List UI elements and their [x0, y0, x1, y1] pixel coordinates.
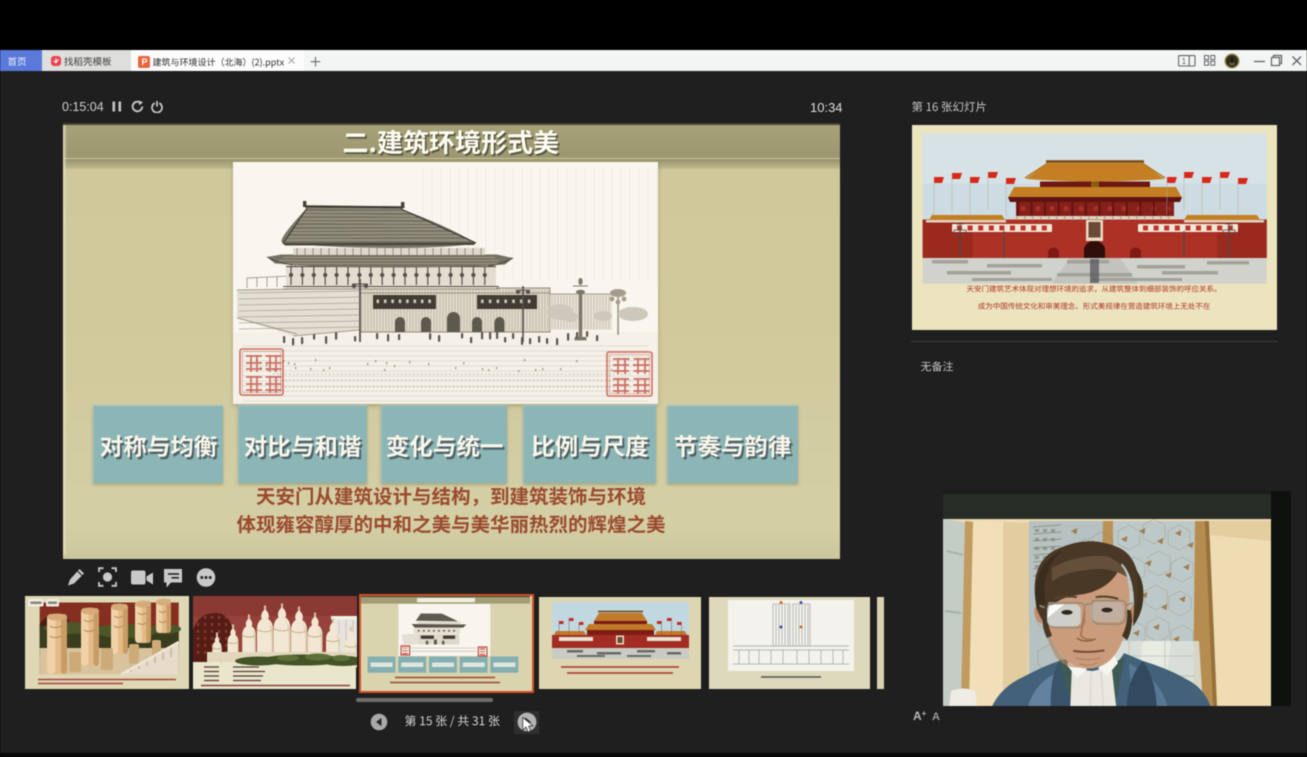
- svg-text:1: 1: [1182, 56, 1187, 65]
